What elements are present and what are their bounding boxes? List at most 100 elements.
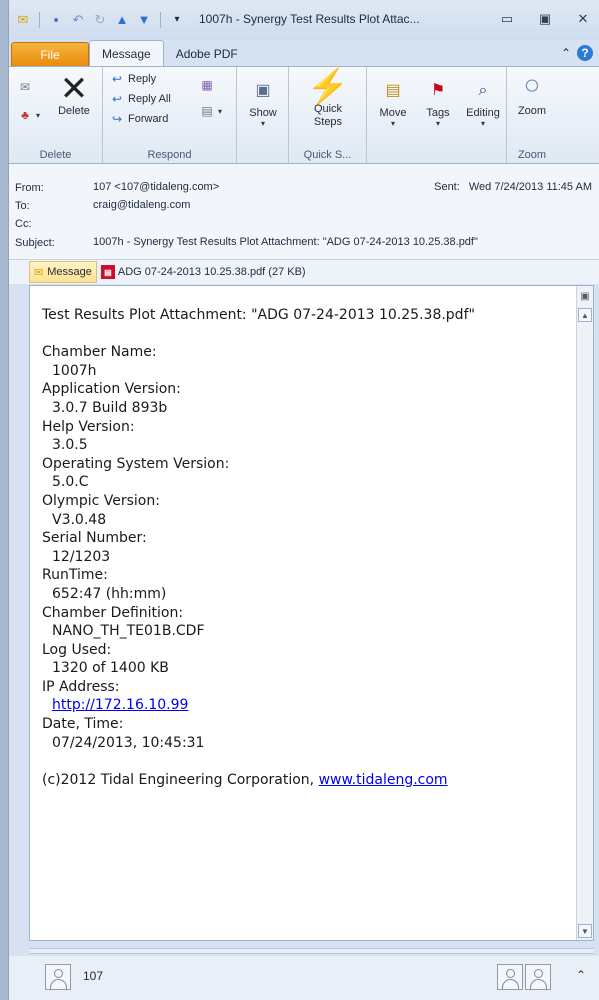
- minimize-icon[interactable]: ▭: [497, 10, 517, 28]
- forward-button[interactable]: ↪ Forward: [109, 111, 168, 127]
- delete-button-label: Delete: [58, 105, 90, 117]
- show-label: Show: [249, 107, 277, 119]
- field-label: Serial Number:: [42, 530, 147, 547]
- attachment-bar: ✉ Message ▤ ADG 07-24-2013 10.25.38.pdf …: [9, 260, 599, 284]
- from-row: From:: [15, 180, 79, 196]
- redo-icon[interactable]: ↻: [92, 12, 108, 28]
- show-button[interactable]: ▣ Show ▾: [241, 75, 285, 128]
- footer-link[interactable]: www.tidaleng.com: [319, 772, 448, 788]
- field-label: Help Version:: [42, 418, 135, 435]
- from-label: From:: [15, 182, 44, 194]
- field-label: Operating System Version:: [42, 455, 230, 472]
- footer-text: (c)2012 Tidal Engineering Corporation,: [42, 771, 319, 788]
- field-label: IP Address:: [42, 678, 120, 695]
- scroll-down-button[interactable]: ▼: [578, 924, 592, 938]
- field-value: 652:47 (hh:mm): [52, 585, 167, 602]
- ribbon-group-delete: ✉ ♣ ▾ ✕ Delete Delete: [9, 67, 103, 163]
- reply-button[interactable]: ↩ Reply: [109, 71, 156, 87]
- corner-icon: ▣: [580, 290, 590, 302]
- editing-label: Editing: [466, 107, 500, 119]
- subject-label: Subject:: [15, 237, 55, 249]
- customize-icon[interactable]: ▾: [169, 12, 185, 28]
- field-label: Chamber Definition:: [42, 604, 184, 621]
- field-value: 1007h: [52, 362, 97, 379]
- ribbon-group-tags: ⚑ Tags ▾: [417, 67, 459, 163]
- sent-value: Wed 7/24/2013 11:45 AM: [468, 181, 592, 193]
- reply-all-button[interactable]: ↩ Reply All: [109, 91, 171, 107]
- delete-button[interactable]: ✕ Delete: [49, 70, 99, 117]
- more-respond-button[interactable]: ▤ ▾: [199, 103, 222, 119]
- to-label: To:: [15, 200, 30, 212]
- ribbon-tabs: File Message Adobe PDF ⌃ ?: [9, 40, 599, 66]
- avatar[interactable]: [45, 964, 71, 990]
- person-head-icon: [534, 969, 543, 978]
- meeting-button[interactable]: ▦: [199, 77, 215, 93]
- sent-label: Sent:: [434, 181, 460, 193]
- quick-steps-label: Quick Steps: [313, 103, 343, 128]
- more-respond-icon: ▤: [201, 104, 213, 118]
- cleanup-button[interactable]: ♣ ▾: [17, 107, 40, 123]
- ribbon-group-quick-steps: ⚡ Quick Steps Quick S...: [289, 67, 367, 163]
- tab-message[interactable]: Message: [89, 40, 164, 66]
- delete-icon: ✕: [59, 70, 89, 108]
- tags-label: Tags: [426, 107, 450, 119]
- field-value: 3.0.5: [52, 437, 88, 454]
- field-value: 3.0.7 Build 893b: [52, 399, 168, 416]
- minimize-ribbon-icon[interactable]: ⌃: [561, 46, 571, 60]
- help-icon[interactable]: ?: [577, 45, 593, 61]
- quick-steps-button[interactable]: ⚡ Quick Steps: [299, 68, 357, 129]
- magnifier-icon: ○: [523, 69, 541, 100]
- move-label: Move: [379, 107, 407, 119]
- tab-adobe-pdf[interactable]: Adobe PDF: [164, 42, 250, 66]
- message-body-pane[interactable]: Test Results Plot Attachment: "ADG 07-24…: [29, 285, 594, 941]
- people-pane-splitter[interactable]: [29, 948, 594, 954]
- reply-label: Reply: [128, 73, 157, 85]
- down-arrow-icon[interactable]: ▼: [136, 12, 152, 28]
- chevron-up-icon[interactable]: ⌃: [576, 968, 586, 982]
- field-label: Chamber Name:: [42, 344, 157, 361]
- avatar[interactable]: [525, 964, 551, 990]
- to-value[interactable]: craig@tidaleng.com: [93, 199, 190, 211]
- move-button[interactable]: ▤ Move ▾: [373, 75, 413, 128]
- cleanup-icon: ♣: [21, 108, 29, 122]
- message-tab-label: Message: [47, 266, 92, 278]
- forward-icon: ↪: [111, 112, 123, 126]
- field-value: 1320 of 1400 KB: [52, 660, 169, 677]
- field-label: Olympic Version:: [42, 492, 160, 509]
- undo-icon[interactable]: ↶: [70, 12, 86, 28]
- scroll-up-button[interactable]: ▲: [578, 308, 592, 322]
- ignore-button[interactable]: ✉: [17, 79, 33, 95]
- pdf-attachment[interactable]: ▤ ADG 07-24-2013 10.25.38.pdf (27 KB): [100, 265, 306, 279]
- people-pane-name[interactable]: 107: [83, 969, 103, 983]
- editing-button[interactable]: ⌕ Editing ▾: [461, 75, 505, 128]
- from-value[interactable]: 107 <107@tidaleng.com>: [93, 181, 219, 193]
- reply-all-label: Reply All: [128, 93, 171, 105]
- message-header: From: 107 <107@tidaleng.com> Sent: Wed 7…: [9, 164, 599, 260]
- ribbon-group-show: ▣ Show ▾: [237, 67, 289, 163]
- pdf-icon: ▤: [100, 265, 115, 279]
- message-tab-button[interactable]: ✉ Message: [29, 261, 97, 283]
- ribbon-group-editing: ⌕ Editing ▾: [459, 67, 507, 163]
- up-arrow-icon[interactable]: ▲: [114, 12, 130, 28]
- person-body-icon: [502, 979, 519, 989]
- save-icon[interactable]: ▪: [48, 12, 64, 28]
- cc-row: Cc:: [15, 216, 79, 232]
- close-icon[interactable]: ✕: [573, 10, 593, 28]
- group-label-quick-steps: Quick S...: [303, 149, 352, 161]
- maximize-icon[interactable]: ▣: [535, 10, 555, 28]
- vertical-scrollbar[interactable]: ▣ ▲ ▼: [576, 286, 593, 940]
- avatar[interactable]: [497, 964, 523, 990]
- tab-file[interactable]: File: [11, 42, 89, 66]
- message-body: Test Results Plot Attachment: "ADG 07-24…: [42, 306, 562, 789]
- group-label-respond: Respond: [147, 149, 192, 161]
- person-head-icon: [506, 969, 515, 978]
- ribbon: ✉ ♣ ▾ ✕ Delete Delete ↩ Reply ↩ Reply Al…: [9, 66, 599, 164]
- tags-button[interactable]: ⚑ Tags ▾: [419, 75, 457, 128]
- ip-address-link[interactable]: http://172.16.10.99: [52, 697, 188, 713]
- field-value: http://172.16.10.99: [42, 696, 562, 715]
- field-value: V3.0.48: [52, 511, 107, 528]
- body-intro: Test Results Plot Attachment: "ADG 07-24…: [42, 307, 475, 323]
- lightning-icon: ⚡: [306, 68, 350, 106]
- zoom-button[interactable]: ○ Zoom: [511, 69, 553, 117]
